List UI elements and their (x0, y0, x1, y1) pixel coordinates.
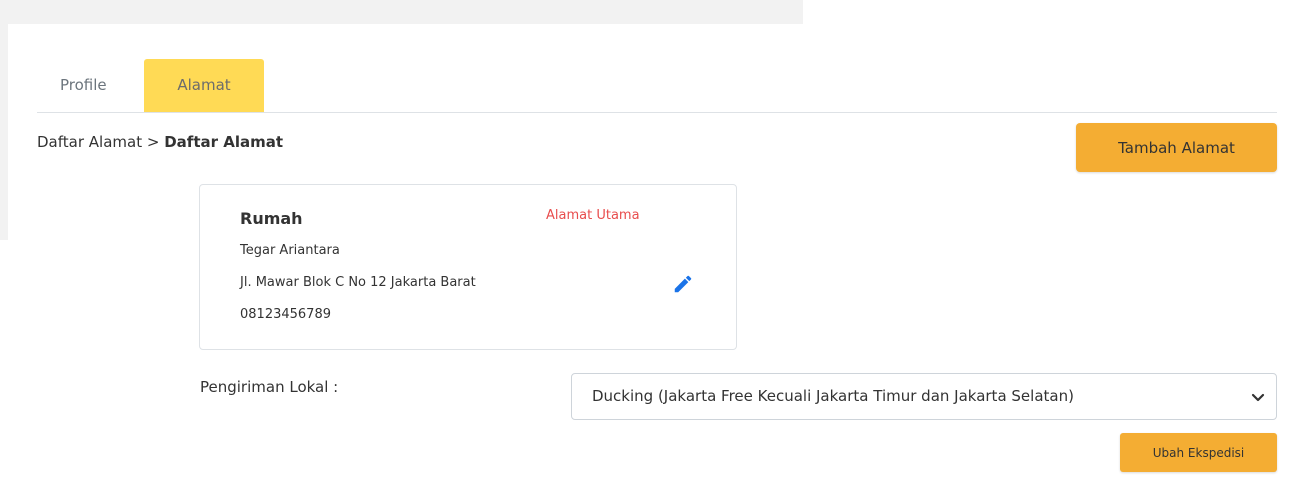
tab-alamat[interactable]: Alamat (144, 59, 264, 112)
change-shipping-button[interactable]: Ubah Ekspedisi (1120, 433, 1277, 472)
chevron-down-icon (1250, 389, 1266, 405)
phone-number: 08123456789 (240, 307, 331, 322)
address-title: Rumah (240, 209, 303, 228)
shipping-label: Pengiriman Lokal : (200, 378, 339, 396)
tab-bar: Profile Alamat (37, 59, 1277, 113)
breadcrumb-separator: > (146, 133, 160, 151)
tab-profile[interactable]: Profile (37, 59, 143, 112)
add-address-button[interactable]: Tambah Alamat (1076, 123, 1277, 172)
primary-address-badge: Alamat Utama (546, 208, 640, 223)
shipping-selected-value: Ducking (Jakarta Free Kecuali Jakarta Ti… (592, 387, 1074, 405)
breadcrumb-parent[interactable]: Daftar Alamat (37, 133, 142, 151)
shipping-select[interactable]: Ducking (Jakarta Free Kecuali Jakarta Ti… (571, 373, 1277, 420)
breadcrumb-current: Daftar Alamat (164, 133, 284, 151)
recipient-name: Tegar Ariantara (240, 243, 340, 258)
pencil-icon[interactable] (672, 273, 694, 295)
address-card: Rumah Alamat Utama Tegar Ariantara Jl. M… (199, 184, 737, 350)
address-line: Jl. Mawar Blok C No 12 Jakarta Barat (240, 275, 476, 290)
breadcrumb: Daftar Alamat > Daftar Alamat (37, 133, 283, 151)
